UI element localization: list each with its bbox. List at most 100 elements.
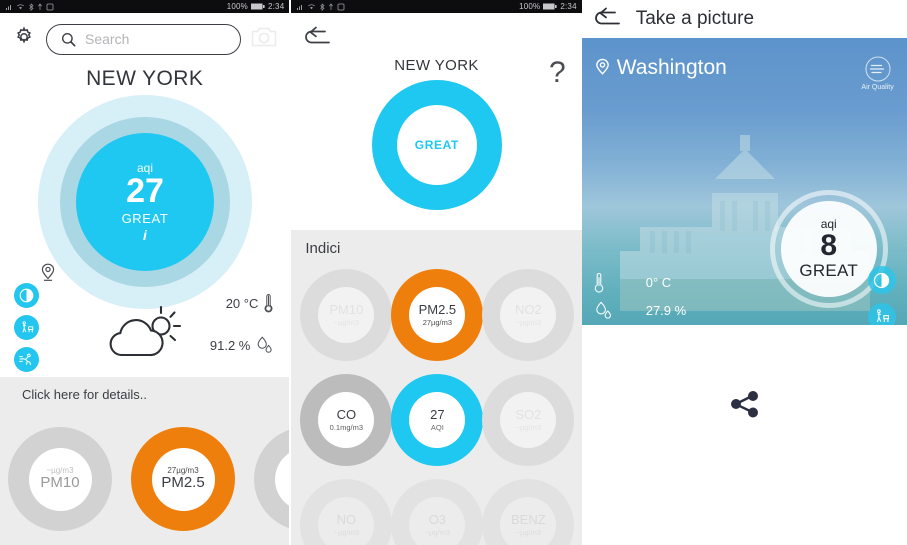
clock: 2:34 xyxy=(560,2,577,11)
cloud-sun-icon xyxy=(104,300,186,367)
air-quality-badge: Air Quality xyxy=(861,56,894,91)
pollutant-carousel[interactable]: ~µg/m3 PM10 27µg/m3 PM2.5 xyxy=(0,411,290,545)
share-icon[interactable] xyxy=(729,389,761,545)
index-cell-no2[interactable]: NO2 ~µg/m3 xyxy=(482,269,575,361)
top-bar: Take a picture xyxy=(582,0,907,38)
index-value: 0.1mg/m3 xyxy=(329,422,364,432)
aqi-value: 8 xyxy=(820,229,838,262)
section-title: Indici xyxy=(305,240,341,257)
index-name: PM10 xyxy=(329,302,364,318)
share-section xyxy=(581,325,907,545)
index-cell-benz[interactable]: BENZ ~µg/m3 xyxy=(482,479,575,545)
moon-phase-icon[interactable] xyxy=(14,283,39,308)
aqi-ring[interactable]: GREAT xyxy=(371,80,502,210)
aqi-gauge[interactable]: GREAT xyxy=(291,80,581,210)
temperature-readout: 20 °C xyxy=(226,293,274,313)
aqi-label: aqi xyxy=(136,161,153,176)
index-cell-pm25[interactable]: PM2.5 27µg/m3 xyxy=(391,269,484,361)
wifi-icon xyxy=(17,3,24,9)
page-title: NEW YORK xyxy=(394,57,479,74)
status-bar: 100% 2:34 xyxy=(0,0,290,13)
humidity-readout: 91.2 % xyxy=(210,335,273,355)
status-bar-icons xyxy=(296,2,345,11)
index-cell-pm10[interactable]: PM10 ~µg/m3 xyxy=(300,269,393,361)
air-quality-badge-label: Air Quality xyxy=(861,84,894,91)
index-value: ~µg/m3 xyxy=(515,317,542,327)
gear-icon[interactable] xyxy=(12,25,36,54)
app-root: 100% 2:34 Search NEW YORK aqi 27 GREAT i… xyxy=(0,0,907,545)
signal-icon xyxy=(297,4,303,10)
air-quality-icon xyxy=(865,56,891,82)
pollutant-pm25[interactable]: 27µg/m3 PM2.5 xyxy=(131,427,235,531)
pollutant-pm10[interactable]: ~µg/m3 PM10 xyxy=(8,427,112,531)
aqi-category: GREAT xyxy=(799,261,859,280)
index-value: ~µg/m3 xyxy=(515,422,542,432)
battery-percent: 100% xyxy=(226,2,248,11)
index-cell-o3[interactable]: O3 ~µg/m3 xyxy=(391,479,484,545)
humidity-drop-icon xyxy=(594,300,636,321)
index-cell-no[interactable]: NO ~µg/m3 xyxy=(300,479,393,545)
index-value: ~µg/m3 xyxy=(333,527,360,537)
humidity-drop-icon xyxy=(257,336,272,353)
stat-humidity: 27.9 % xyxy=(594,296,686,324)
index-name: CO xyxy=(336,407,357,423)
index-name: BENZ xyxy=(511,512,546,528)
index-name: SO2 xyxy=(515,407,542,423)
panel-indices: 100% 2:34 NEW YORK ? GREAT Indici PM10 ~µ… xyxy=(289,0,582,545)
aqi-gauge[interactable]: aqi 27 GREAT i xyxy=(0,95,289,323)
details-bar-label: Click here for details.. xyxy=(22,386,147,402)
panel-take-picture: Take a picture Washington Air Quality aq… xyxy=(581,0,907,545)
index-value: AQI xyxy=(430,422,444,432)
aqi-value: 27 xyxy=(126,172,164,211)
index-name: NO2 xyxy=(514,302,542,318)
status-bar-icons xyxy=(5,2,54,11)
humidity-value: 91.2 % xyxy=(209,337,251,353)
sdcard-icon xyxy=(337,3,345,10)
index-name: 27 xyxy=(430,407,445,423)
location-label: Washington xyxy=(594,56,727,80)
index-value: ~µg/m3 xyxy=(424,527,451,537)
index-name: NO xyxy=(336,512,357,528)
top-bar xyxy=(291,13,581,61)
runner-icon[interactable] xyxy=(14,347,39,372)
battery-percent: 100% xyxy=(519,2,541,11)
usb-icon xyxy=(329,2,334,10)
stat-temperature: 0° C xyxy=(594,268,686,296)
stroller-walk-icon[interactable] xyxy=(14,315,39,340)
pollutant-next[interactable] xyxy=(254,427,290,531)
index-cell-co[interactable]: CO 0.1mg/m3 xyxy=(300,374,393,466)
page-title: NEW YORK xyxy=(86,67,204,90)
pollutant-name: PM2.5 xyxy=(161,474,205,492)
back-arrow-icon[interactable] xyxy=(303,25,331,52)
index-cell-aqi[interactable]: 27 AQI xyxy=(391,374,484,466)
search-icon xyxy=(61,32,76,47)
index-cell-so2[interactable]: SO2 ~µg/m3 xyxy=(482,374,575,466)
panel-home: 100% 2:34 Search NEW YORK aqi 27 GREAT i… xyxy=(0,0,290,545)
photo-preview[interactable]: Washington Air Quality aqi 8 GREAT 0° C … xyxy=(581,38,907,363)
thermometer-icon xyxy=(264,294,273,313)
camera-icon[interactable] xyxy=(251,26,277,53)
clock: 2:34 xyxy=(267,2,285,11)
search-placeholder: Search xyxy=(85,31,130,47)
details-bar[interactable]: Click here for details.. xyxy=(0,377,290,411)
info-icon[interactable]: i xyxy=(143,227,147,243)
moon-phase-icon[interactable] xyxy=(867,266,896,294)
aqi-ring-inner[interactable]: aqi 27 GREAT i xyxy=(76,133,214,271)
location-pin-icon[interactable] xyxy=(40,263,56,288)
aqi-category: GREAT xyxy=(414,138,459,152)
activity-icons xyxy=(14,283,39,372)
aqi-category: GREAT xyxy=(121,210,169,226)
location-pin-icon xyxy=(595,58,609,75)
bluetooth-icon xyxy=(29,3,34,11)
index-value: ~µg/m3 xyxy=(515,527,542,537)
bluetooth-icon xyxy=(320,3,325,11)
wifi-icon xyxy=(308,3,316,9)
index-value: ~µg/m3 xyxy=(333,317,360,327)
back-arrow-icon[interactable] xyxy=(592,6,622,33)
battery-icon xyxy=(543,3,557,10)
index-name: O3 xyxy=(428,512,447,528)
search-input[interactable]: Search xyxy=(46,23,242,55)
battery-icon xyxy=(250,3,265,10)
pollutant-name: PM10 xyxy=(40,474,80,492)
indices-section: Indici PM10 ~µg/m3 PM2.5 27µg/m3 NO2 ~µg/m3… xyxy=(291,230,582,545)
